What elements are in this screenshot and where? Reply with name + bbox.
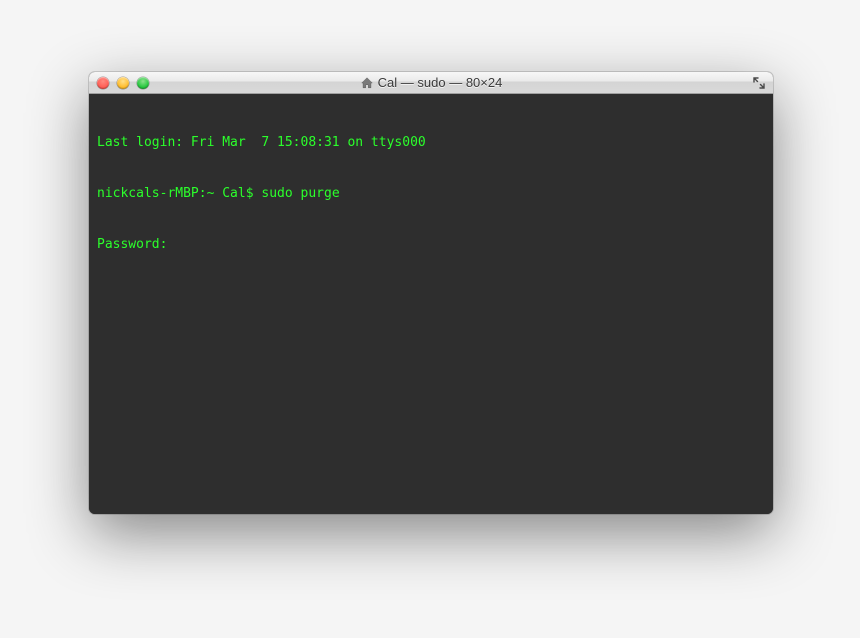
entered-command: sudo purge	[261, 186, 339, 201]
window-title: Cal — sudo — 80×24	[89, 75, 773, 90]
terminal-window: Cal — sudo — 80×24 Last login: Fri Mar 7…	[89, 72, 773, 514]
terminal-content[interactable]: Last login: Fri Mar 7 15:08:31 on ttys00…	[89, 94, 773, 514]
window-title-text: Cal — sudo — 80×24	[378, 75, 503, 90]
close-button[interactable]	[97, 77, 109, 89]
shell-prompt: nickcals-rMBP:~ Cal$	[97, 186, 261, 201]
fullscreen-icon	[753, 77, 765, 89]
password-prompt: Password:	[97, 236, 765, 253]
zoom-button[interactable]	[137, 77, 149, 89]
prompt-line: nickcals-rMBP:~ Cal$ sudo purge	[97, 185, 765, 202]
window-titlebar[interactable]: Cal — sudo — 80×24	[89, 72, 773, 94]
fullscreen-button[interactable]	[751, 75, 767, 91]
traffic-lights	[89, 77, 149, 89]
last-login-line: Last login: Fri Mar 7 15:08:31 on ttys00…	[97, 134, 765, 151]
home-icon	[360, 76, 374, 90]
minimize-button[interactable]	[117, 77, 129, 89]
stage: Cal — sudo — 80×24 Last login: Fri Mar 7…	[0, 0, 860, 638]
